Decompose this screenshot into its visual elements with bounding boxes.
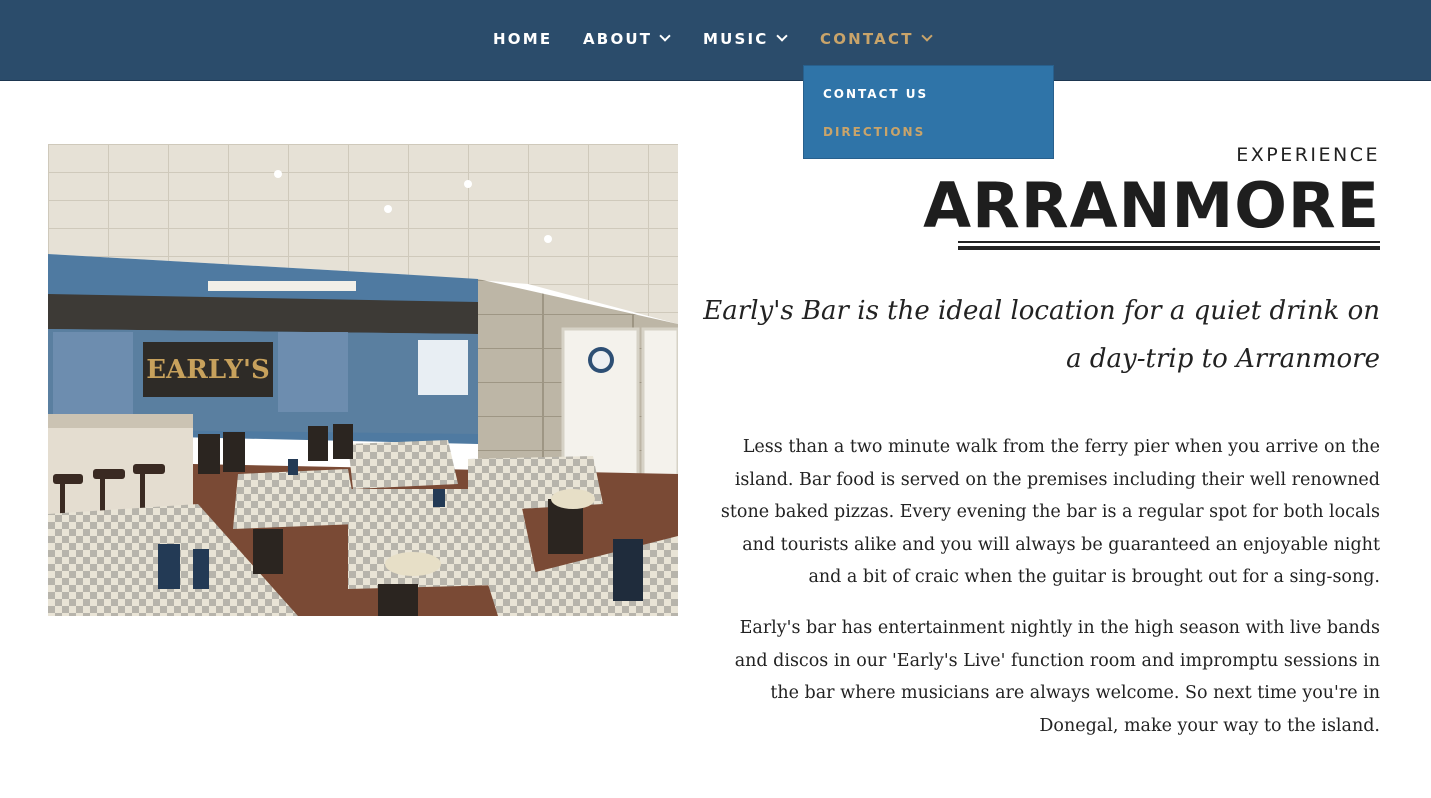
- chevron-down-icon: [775, 30, 788, 42]
- hero-eyebrow: EXPERIENCE: [1236, 144, 1380, 166]
- nav-home[interactable]: HOME: [493, 29, 552, 49]
- bar-interior-photo: EARLY'S: [48, 144, 678, 616]
- nav-about[interactable]: ABOUT: [583, 29, 671, 49]
- title-underline-thick: [958, 246, 1380, 250]
- dropdown-item-contact-us[interactable]: CONTACT US: [823, 87, 928, 101]
- contact-dropdown-menu: CONTACT US DIRECTIONS: [803, 65, 1054, 159]
- body-paragraph-2: Early's bar has entertainment nightly in…: [734, 618, 1380, 736]
- nav-about-label: ABOUT: [583, 30, 653, 48]
- hero-lead: Early's Bar is the ideal location for a …: [703, 296, 1380, 374]
- nav-home-label: HOME: [493, 30, 553, 48]
- page-title: ARRANMORE: [923, 169, 1380, 242]
- main-nav: HOME ABOUT MUSIC CONTACT: [0, 0, 1431, 80]
- site-header: HOME ABOUT MUSIC CONTACT: [0, 0, 1431, 81]
- nav-music[interactable]: MUSIC: [703, 29, 788, 49]
- chevron-down-icon: [659, 30, 671, 42]
- body-paragraph-1: Less than a two minute walk from the fer…: [720, 437, 1380, 587]
- chevron-down-icon: [920, 30, 933, 42]
- bar-interior-illustration: EARLY'S: [48, 144, 678, 616]
- nav-music-label: MUSIC: [703, 30, 769, 48]
- title-underline-thin: [958, 241, 1380, 243]
- early-s-live-sign: EARLY'S: [146, 355, 270, 385]
- nav-contact-label: CONTACT: [820, 30, 914, 48]
- dropdown-item-directions[interactable]: DIRECTIONS: [823, 125, 925, 139]
- nav-contact[interactable]: CONTACT: [820, 29, 933, 49]
